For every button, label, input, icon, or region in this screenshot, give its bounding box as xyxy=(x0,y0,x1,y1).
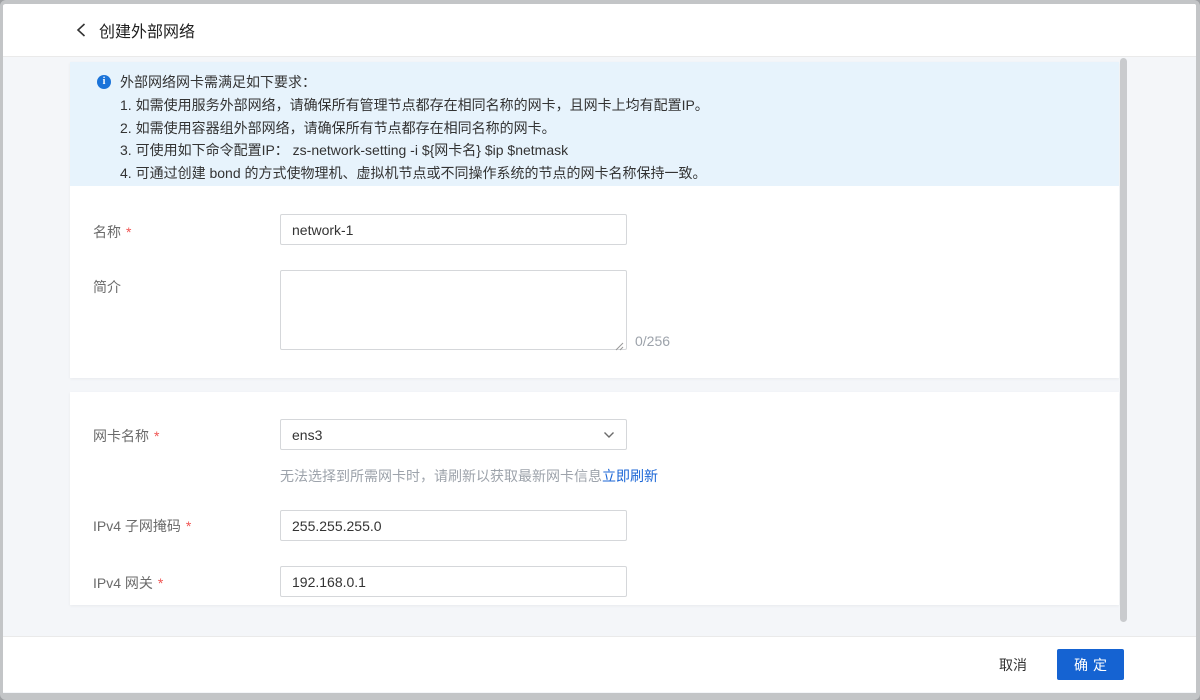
description-textarea[interactable] xyxy=(280,270,627,350)
required-asterisk xyxy=(186,518,191,534)
content-area: 外部网络网卡需满足如下要求： 1. 如需使用服务外部网络，请确保所有管理节点都存… xyxy=(3,57,1196,636)
nic-refresh-hint: 无法选择到所需网卡时，请刷新以获取最新网卡信息立即刷新 xyxy=(280,466,658,486)
required-asterisk xyxy=(126,224,131,240)
title-bar: 创建外部网络 xyxy=(3,4,1196,57)
alert-title: 外部网络网卡需满足如下要求： xyxy=(120,71,709,94)
chevron-down-icon xyxy=(603,431,615,439)
alert-line: 4. 可通过创建 bond 的方式使物理机、虚拟机节点或不同操作系统的节点的网卡… xyxy=(120,162,709,185)
gateway-label: IPv4 网关 xyxy=(93,573,163,593)
name-input[interactable] xyxy=(280,214,627,245)
cancel-button[interactable]: 取消 xyxy=(997,649,1029,681)
nic-select-value: ens3 xyxy=(292,427,603,443)
footer-bar: 取消 确定 xyxy=(3,636,1196,692)
vertical-scrollbar[interactable] xyxy=(1120,58,1127,622)
required-asterisk xyxy=(158,575,163,591)
alert-line: 1. 如需使用服务外部网络，请确保所有管理节点都存在相同名称的网卡，且网卡上均有… xyxy=(120,94,709,117)
gateway-input[interactable] xyxy=(280,566,627,597)
window-frame: 创建外部网络 外部网络网卡需满足如下要求： 1. 如需使用服务外部网络，请确保所… xyxy=(0,0,1200,700)
char-counter: 0/256 xyxy=(635,333,670,349)
info-alert: 外部网络网卡需满足如下要求： 1. 如需使用服务外部网络，请确保所有管理节点都存… xyxy=(70,62,1119,186)
alert-text: 外部网络网卡需满足如下要求： 1. 如需使用服务外部网络，请确保所有管理节点都存… xyxy=(120,71,709,186)
description-field xyxy=(280,270,627,350)
info-icon xyxy=(97,75,111,89)
refresh-now-link[interactable]: 立即刷新 xyxy=(602,468,658,484)
netmask-input[interactable] xyxy=(280,510,627,541)
confirm-button[interactable]: 确定 xyxy=(1057,649,1124,680)
network-config-card: 网卡名称 ens3 无法选择到所需网卡时，请刷新以获取最新网卡信息立即刷新 IP… xyxy=(70,392,1119,605)
nic-select[interactable]: ens3 xyxy=(280,419,627,450)
description-label: 简介 xyxy=(93,277,121,297)
basic-info-card: 外部网络网卡需满足如下要求： 1. 如需使用服务外部网络，请确保所有管理节点都存… xyxy=(70,62,1119,378)
name-label: 名称 xyxy=(93,222,131,242)
alert-line: 2. 如需使用容器组外部网络，请确保所有节点都存在相同名称的网卡。 xyxy=(120,117,709,140)
alert-line: 3. 可使用如下命令配置IP： zs-network-setting -i ${… xyxy=(120,139,709,162)
required-asterisk xyxy=(154,428,159,444)
nic-label: 网卡名称 xyxy=(93,426,159,446)
page-title: 创建外部网络 xyxy=(99,18,195,42)
netmask-label: IPv4 子网掩码 xyxy=(93,516,191,536)
back-chevron-icon[interactable] xyxy=(76,22,90,38)
